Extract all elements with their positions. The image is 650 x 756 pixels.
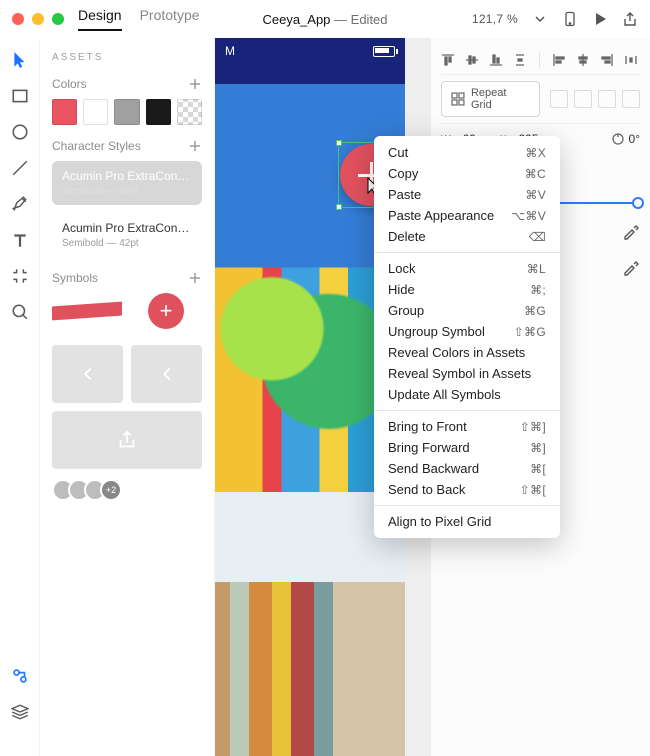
menu-item[interactable]: Reveal Symbol in Assets xyxy=(374,363,560,384)
toolbar xyxy=(0,38,40,756)
battery-icon xyxy=(373,46,395,57)
panel-title: ASSETS xyxy=(52,52,202,63)
align-left-icon[interactable] xyxy=(552,53,566,67)
align-bottom-icon[interactable] xyxy=(489,53,503,67)
swatch-white[interactable] xyxy=(83,99,108,125)
distribute-h-icon[interactable] xyxy=(624,53,638,67)
menu-item[interactable]: Send Backward⌘[ xyxy=(374,458,560,479)
charstyle-item[interactable]: Acumin Pro ExtraConden... Semibold — 42p… xyxy=(52,213,202,257)
op-subtract[interactable] xyxy=(574,90,592,108)
boolean-ops xyxy=(550,90,640,108)
chevron-down-icon[interactable] xyxy=(532,11,548,27)
layers-icon[interactable] xyxy=(10,702,30,722)
align-hcenter-icon[interactable] xyxy=(576,53,590,67)
eyedropper-stroke-icon[interactable] xyxy=(622,258,640,276)
menu-item[interactable]: Paste Appearance⌥⌘V xyxy=(374,205,560,226)
symbol-fab[interactable]: + xyxy=(148,293,184,329)
assets-panel: ASSETS Colors Character Styles Acumin Pr… xyxy=(40,38,215,756)
avatar-more: +2 xyxy=(100,479,122,501)
context-menu: Cut⌘XCopy⌘CPaste⌘VPaste Appearance⌥⌘VDel… xyxy=(374,136,560,538)
charstyles-header[interactable]: Character Styles xyxy=(52,139,141,153)
select-tool[interactable] xyxy=(10,50,30,70)
rectangle-tool[interactable] xyxy=(10,86,30,106)
menu-item[interactable]: Update All Symbols xyxy=(374,384,560,405)
add-color-icon[interactable] xyxy=(188,77,202,91)
swatch-black[interactable] xyxy=(146,99,171,125)
menu-item[interactable]: Cut⌘X xyxy=(374,142,560,163)
align-top-icon[interactable] xyxy=(441,53,455,67)
menu-item[interactable]: Paste⌘V xyxy=(374,184,560,205)
zoom-level[interactable]: 121,7 % xyxy=(472,12,518,26)
maximize-window[interactable] xyxy=(52,13,64,25)
op-intersect[interactable] xyxy=(598,90,616,108)
symbol-thumb[interactable] xyxy=(52,302,122,321)
op-add[interactable] xyxy=(550,90,568,108)
menu-item[interactable]: Reveal Colors in Assets xyxy=(374,342,560,363)
rotation[interactable]: 0° xyxy=(611,132,640,146)
symbol-card-back[interactable] xyxy=(52,345,123,403)
colors-header[interactable]: Colors xyxy=(52,77,87,91)
menu-item[interactable]: Delete⌫ xyxy=(374,226,560,247)
assets-icon[interactable] xyxy=(10,666,30,686)
menu-item[interactable]: Copy⌘C xyxy=(374,163,560,184)
swatch-transparent[interactable] xyxy=(177,99,202,125)
symbols-header[interactable]: Symbols xyxy=(52,271,98,285)
menu-item[interactable]: Hide⌘; xyxy=(374,279,560,300)
symbol-card-back[interactable] xyxy=(131,345,202,403)
menu-item[interactable]: Align to Pixel Grid xyxy=(374,511,560,532)
status-bar: M xyxy=(215,38,405,84)
artboard-tool[interactable] xyxy=(10,266,30,286)
window-controls xyxy=(12,13,64,25)
play-icon[interactable] xyxy=(592,11,608,27)
menu-item[interactable]: Lock⌘L xyxy=(374,258,560,279)
device-preview-icon[interactable] xyxy=(562,11,578,27)
menu-item[interactable]: Send to Back⇧⌘[ xyxy=(374,479,560,500)
document-title: Ceeya_App — Edited xyxy=(262,12,387,27)
text-tool[interactable] xyxy=(10,230,30,250)
distribute-v-icon[interactable] xyxy=(513,53,527,67)
charstyle-item[interactable]: Acumin Pro ExtraConden... Semibold — 86p… xyxy=(52,161,202,205)
repeat-grid-button[interactable]: Repeat Grid xyxy=(441,81,540,117)
align-right-icon[interactable] xyxy=(600,53,614,67)
menu-item[interactable]: Bring to Front⇧⌘] xyxy=(374,416,560,437)
ellipse-tool[interactable] xyxy=(10,122,30,142)
minimize-window[interactable] xyxy=(32,13,44,25)
color-swatches xyxy=(52,99,202,125)
symbol-avatars[interactable]: +2 xyxy=(52,479,202,501)
pen-tool[interactable] xyxy=(10,194,30,214)
share-icon[interactable] xyxy=(622,11,638,27)
symbol-card-share[interactable] xyxy=(52,411,202,469)
mode-tabs: Design Prototype xyxy=(78,7,200,31)
add-symbol-icon[interactable] xyxy=(188,271,202,285)
op-exclude[interactable] xyxy=(622,90,640,108)
swatch-red[interactable] xyxy=(52,99,77,125)
menu-item[interactable]: Bring Forward⌘] xyxy=(374,437,560,458)
add-charstyle-icon[interactable] xyxy=(188,139,202,153)
eyedropper-fill-icon[interactable] xyxy=(622,222,640,240)
menu-item[interactable]: Group⌘G xyxy=(374,300,560,321)
line-tool[interactable] xyxy=(10,158,30,178)
align-vcenter-icon[interactable] xyxy=(465,53,479,67)
zoom-tool[interactable] xyxy=(10,302,30,322)
titlebar: Design Prototype Ceeya_App — Edited 121,… xyxy=(0,0,650,38)
close-window[interactable] xyxy=(12,13,24,25)
menu-item[interactable]: Ungroup Symbol⇧⌘G xyxy=(374,321,560,342)
tab-prototype[interactable]: Prototype xyxy=(140,7,200,31)
swatch-gray[interactable] xyxy=(114,99,139,125)
tab-design[interactable]: Design xyxy=(78,7,122,31)
